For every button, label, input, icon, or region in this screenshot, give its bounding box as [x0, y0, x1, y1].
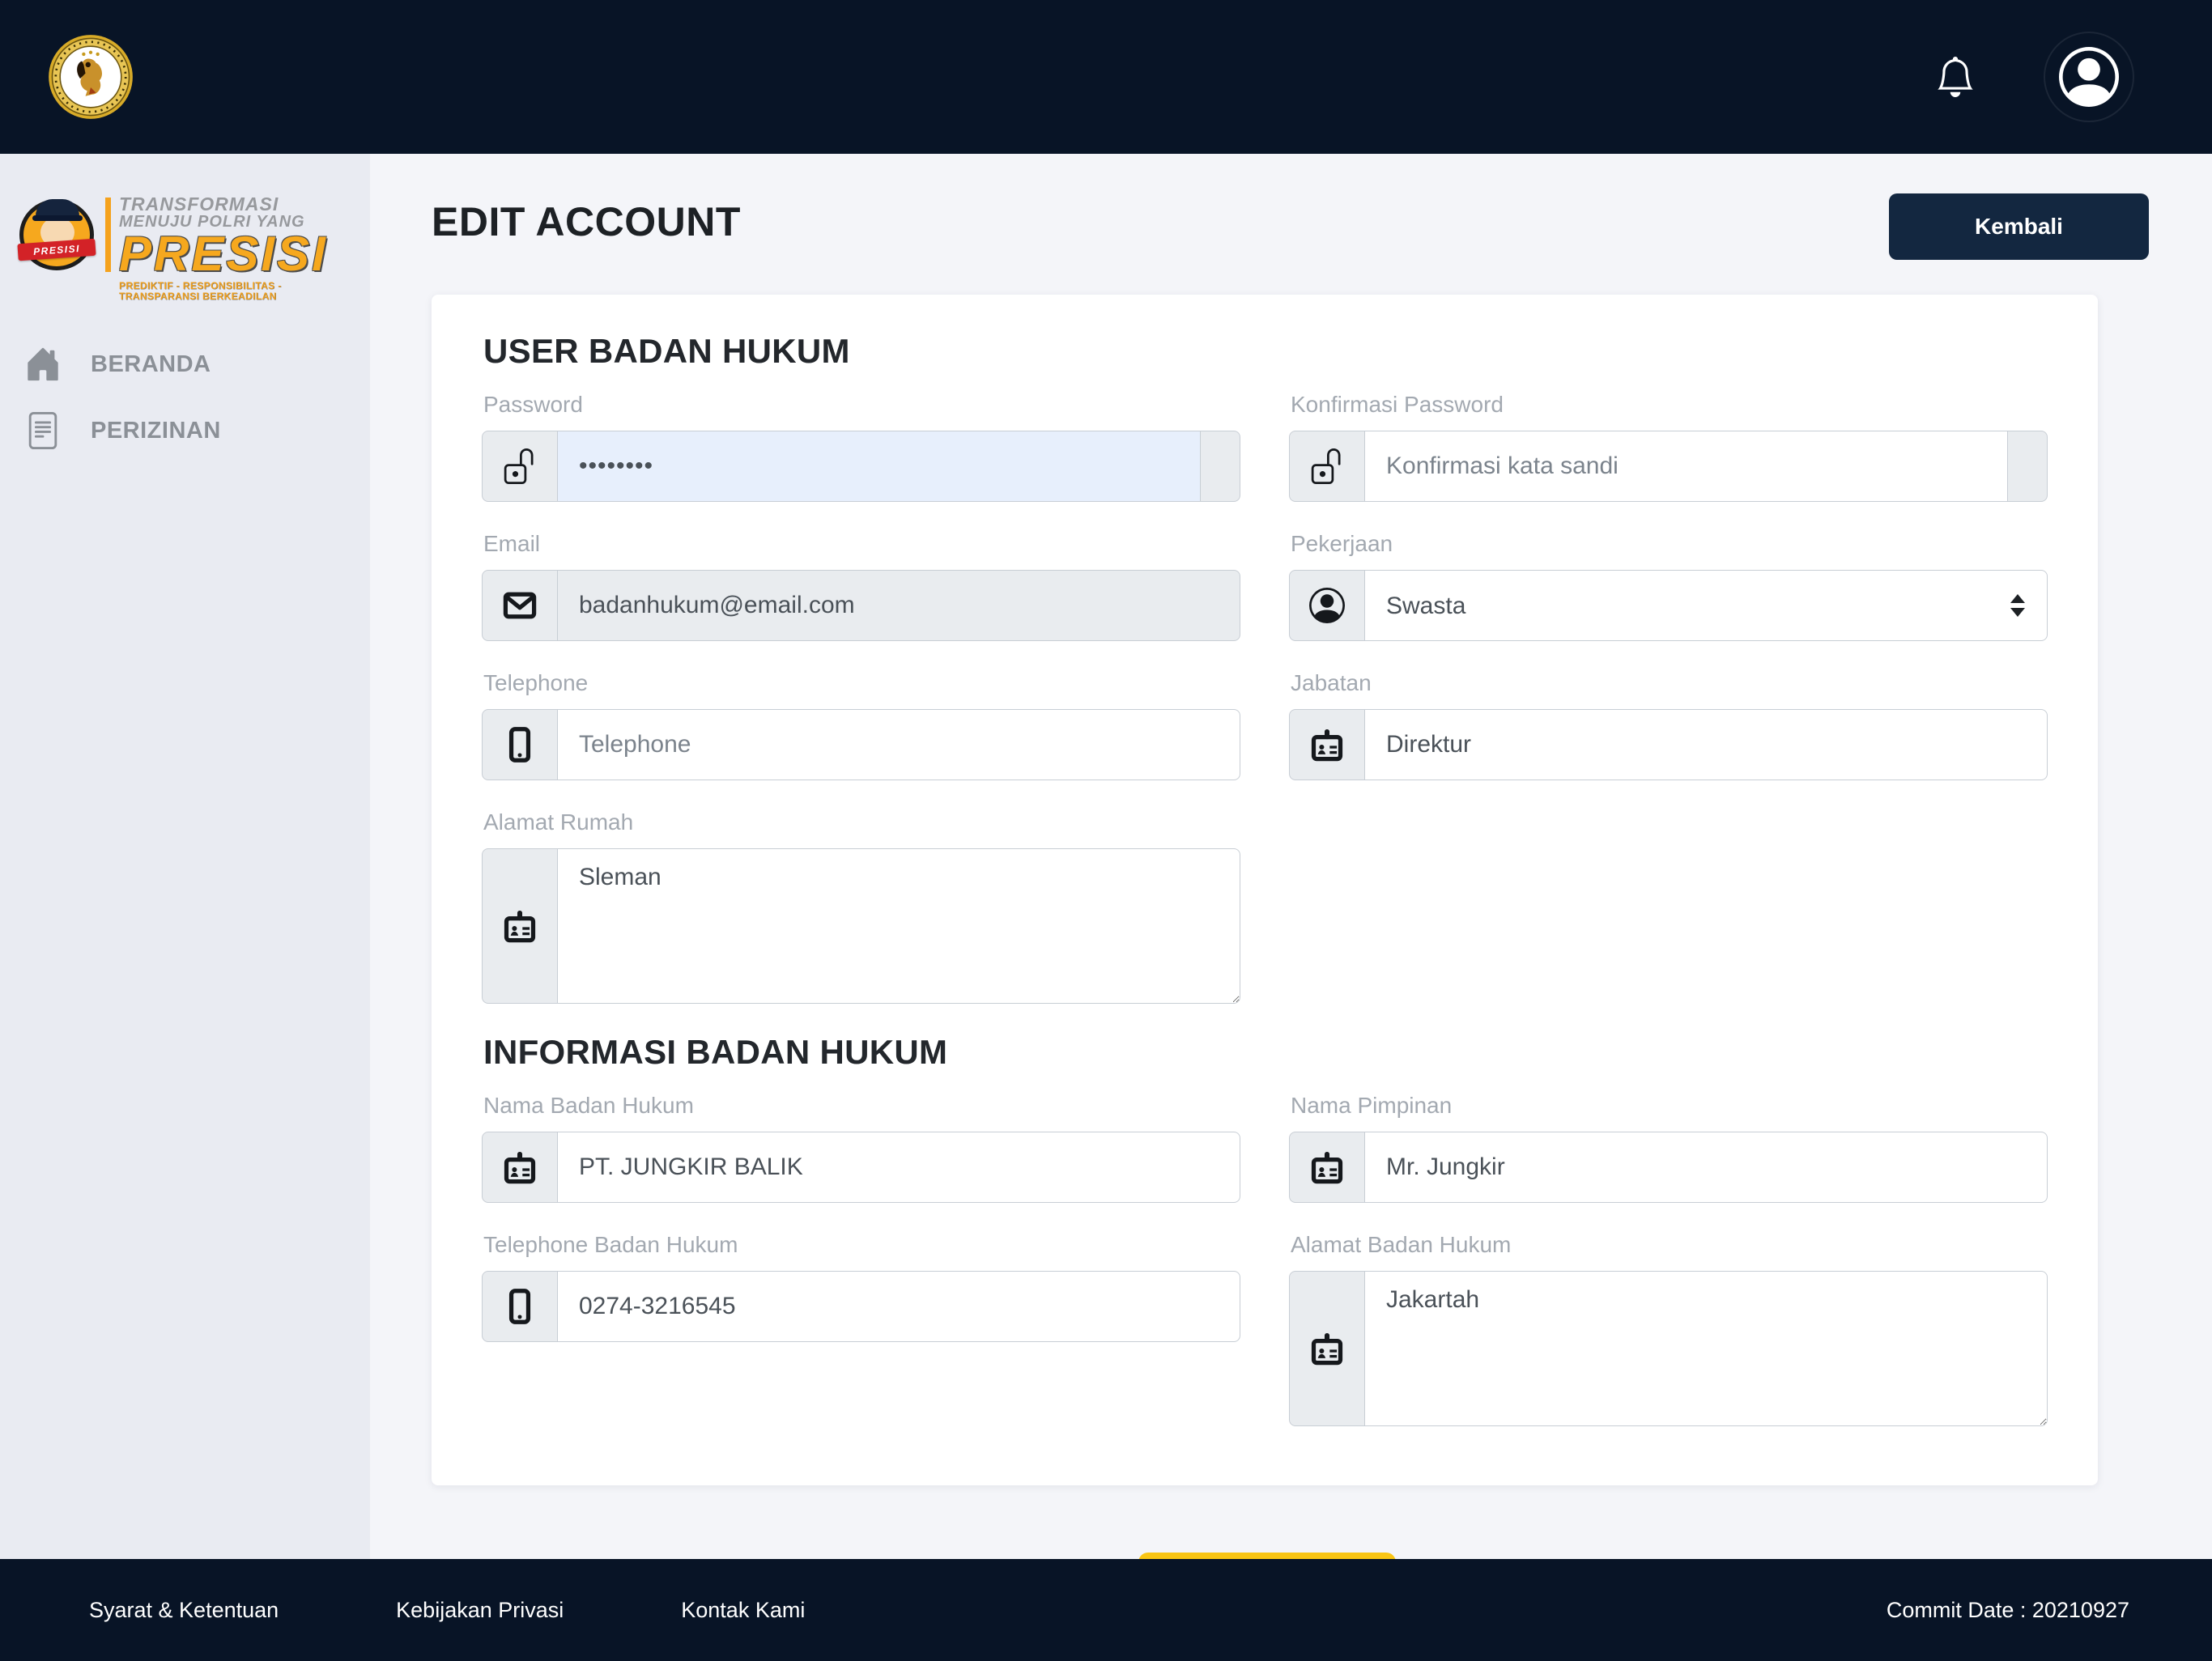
- nama-badan-hukum-label: Nama Badan Hukum: [483, 1093, 1240, 1119]
- phone-icon: [482, 1271, 558, 1342]
- telephone-badan-hukum-field: Telephone Badan Hukum: [482, 1232, 1240, 1342]
- badge-icon: [1289, 709, 1365, 780]
- alamat-rumah-field: Alamat Rumah Sleman: [482, 809, 1240, 1004]
- unlock-icon: [1289, 431, 1365, 502]
- brand-line3: PRESISI: [119, 231, 359, 277]
- password-field: Password: [482, 392, 1240, 502]
- footer-link-syarat[interactable]: Syarat & Ketentuan: [89, 1598, 279, 1623]
- sidebar-item-perizinan[interactable]: PERIZINAN: [0, 400, 370, 461]
- top-navbar: [0, 0, 2212, 154]
- empty-grid-cell: [1289, 809, 2048, 818]
- nama-pimpinan-field: Nama Pimpinan: [1289, 1093, 2048, 1203]
- telephone-input[interactable]: [557, 709, 1240, 780]
- jabatan-field: Jabatan: [1289, 670, 2048, 780]
- section-title-user-badan-hukum: USER BADAN HUKUM: [483, 332, 2048, 371]
- sidebar-item-label: PERIZINAN: [91, 418, 221, 444]
- telephone-badan-hukum-label: Telephone Badan Hukum: [483, 1232, 1240, 1258]
- footer-link-kontak[interactable]: Kontak Kami: [681, 1598, 805, 1623]
- brand-line4: PREDIKTIF - RESPONSIBILITAS - TRANSPARAN…: [119, 281, 359, 301]
- brand-divider: [105, 198, 111, 272]
- sidebar-item-label: BERANDA: [91, 351, 211, 378]
- password-input[interactable]: [557, 431, 1201, 502]
- email-label: Email: [483, 531, 1240, 557]
- badge-icon: [482, 1132, 558, 1203]
- confirm-password-input[interactable]: [1364, 431, 2008, 502]
- home-icon: [24, 346, 62, 383]
- police-mascot-icon: PRESISI: [16, 189, 97, 274]
- jabatan-label: Jabatan: [1291, 670, 2048, 696]
- sidebar: PRESISI TRANSFORMASI MENUJU POLRI YANG P…: [0, 154, 370, 1559]
- edit-account-card: USER BADAN HUKUM Password Konfirmasi Pas…: [432, 295, 2098, 1485]
- mail-icon: [482, 570, 558, 641]
- notifications-bell-icon[interactable]: [1935, 53, 1984, 101]
- footer: Syarat & Ketentuan Kebijakan Privasi Kon…: [0, 1559, 2212, 1661]
- email-input: [557, 570, 1240, 641]
- alamat-badan-hukum-textarea[interactable]: Jakartah: [1364, 1271, 2048, 1426]
- badge-icon: [1289, 1132, 1365, 1203]
- jabatan-input[interactable]: [1364, 709, 2048, 780]
- presisi-logo: PRESISI TRANSFORMASI MENUJU POLRI YANG P…: [16, 189, 359, 301]
- pekerjaan-select[interactable]: Swasta: [1364, 570, 2048, 641]
- section-title-informasi-badan-hukum: INFORMASI BADAN HUKUM: [483, 1033, 2048, 1072]
- nama-pimpinan-label: Nama Pimpinan: [1291, 1093, 2048, 1119]
- alamat-rumah-label: Alamat Rumah: [483, 809, 1240, 835]
- password-label: Password: [483, 392, 1240, 418]
- telephone-field: Telephone: [482, 670, 1240, 780]
- confirm-password-field: Konfirmasi Password: [1289, 392, 2048, 502]
- brand-line1: TRANSFORMASI: [119, 194, 359, 214]
- nama-badan-hukum-input[interactable]: [557, 1132, 1240, 1203]
- confirm-password-label: Konfirmasi Password: [1291, 392, 2048, 418]
- sidebar-menu: BERANDA PERIZINAN: [0, 333, 370, 461]
- pekerjaan-field: Pekerjaan Swasta: [1289, 531, 2048, 641]
- confirm-password-right-addon: [2007, 431, 2048, 502]
- page-title: EDIT ACCOUNT: [432, 199, 741, 244]
- nama-pimpinan-input[interactable]: [1364, 1132, 2048, 1203]
- user-fields-grid: Password Konfirmasi Password Email: [482, 392, 2048, 1033]
- nama-badan-hukum-field: Nama Badan Hukum: [482, 1093, 1240, 1203]
- info-fields-grid: Nama Badan Hukum Nama Pimpinan Telephone…: [482, 1093, 2048, 1455]
- brand-text: TRANSFORMASI MENUJU POLRI YANG PRESISI P…: [119, 189, 359, 301]
- mascot-ribbon-text: PRESISI: [33, 242, 81, 257]
- email-field: Email: [482, 531, 1240, 641]
- unlock-icon: [482, 431, 558, 502]
- alamat-badan-hukum-field: Alamat Badan Hukum Jakartah: [1289, 1232, 2048, 1426]
- back-button[interactable]: Kembali: [1889, 193, 2149, 260]
- document-icon: [24, 412, 62, 449]
- commit-date: Commit Date : 20210927: [1887, 1598, 2129, 1623]
- navbar-actions: [1935, 32, 2134, 122]
- account-circle-icon[interactable]: [2044, 32, 2134, 122]
- sidebar-item-beranda[interactable]: BERANDA: [0, 333, 370, 395]
- badge-icon: [1289, 1271, 1365, 1426]
- telephone-label: Telephone: [483, 670, 1240, 696]
- footer-link-kebijakan[interactable]: Kebijakan Privasi: [396, 1598, 564, 1623]
- pekerjaan-label: Pekerjaan: [1291, 531, 2048, 557]
- badge-icon: [482, 848, 558, 1004]
- person-circle-icon: [1289, 570, 1365, 641]
- alamat-badan-hukum-label: Alamat Badan Hukum: [1291, 1232, 2048, 1258]
- alamat-rumah-textarea[interactable]: Sleman: [557, 848, 1240, 1004]
- telephone-badan-hukum-input[interactable]: [557, 1271, 1240, 1342]
- polri-emblem-logo: [47, 33, 134, 121]
- phone-icon: [482, 709, 558, 780]
- password-right-addon: [1200, 431, 1240, 502]
